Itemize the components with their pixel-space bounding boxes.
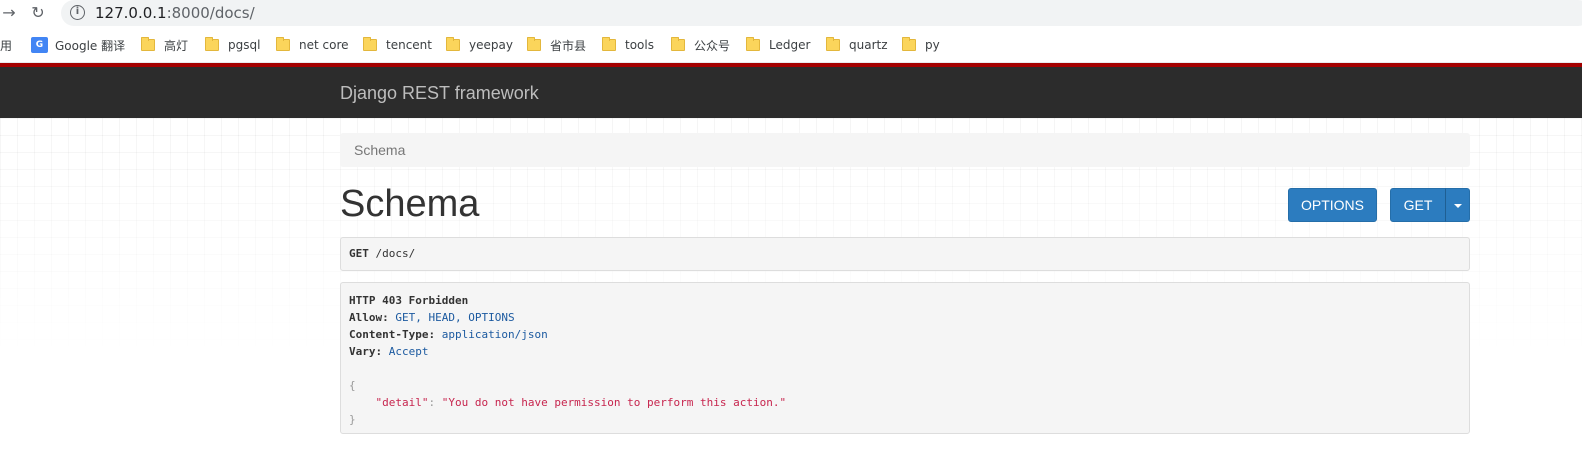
header-name: Content-Type <box>349 328 429 341</box>
top-navbar: Django REST framework <box>0 67 1582 118</box>
bookmark-label: tencent <box>386 38 432 52</box>
breadcrumb-item-schema[interactable]: Schema <box>354 142 405 158</box>
get-button[interactable]: GET <box>1390 188 1446 222</box>
format-dropdown-toggle[interactable] <box>1445 188 1470 222</box>
header-value: Accept <box>388 345 429 358</box>
response-info: HTTP 403 Forbidden Allow: GET, HEAD, OPT… <box>340 282 1470 434</box>
bookmark-label: py <box>925 38 940 52</box>
request-method: GET <box>349 247 369 260</box>
request-info: GET /docs/ <box>340 237 1470 271</box>
folder-icon <box>363 37 377 51</box>
header-name: Vary <box>349 345 376 358</box>
folder-icon <box>141 37 155 51</box>
bookmark-folder-tencent[interactable]: tencent <box>363 37 432 53</box>
json-value: "You do not have permission to perform t… <box>441 396 787 409</box>
bookmark-label: yeepay <box>469 38 513 52</box>
response-header: Vary: Accept <box>349 345 429 358</box>
bookmark-folder-quartz[interactable]: quartz <box>826 37 888 53</box>
brand-link[interactable]: Django REST framework <box>340 83 539 104</box>
header-name: Allow <box>349 311 383 324</box>
header-value: GET, HEAD, OPTIONS <box>395 311 515 324</box>
bookmark-label: 省市县 <box>550 38 587 53</box>
bookmark-label: quartz <box>849 38 888 52</box>
omnibox[interactable] <box>61 0 1582 26</box>
bookmark-folder-netcore[interactable]: net core <box>276 37 349 53</box>
folder-icon <box>276 37 290 51</box>
bookmark-label: Ledger <box>769 38 811 52</box>
url-path: :8000/docs/ <box>166 4 255 22</box>
folder-icon <box>527 37 541 51</box>
google-translate-icon: G <box>31 37 48 53</box>
folder-icon <box>902 37 916 51</box>
bookmark-label: 高灯 <box>164 38 189 53</box>
url-host: 127.0.0.1 <box>95 4 167 22</box>
header-value: application/json <box>441 328 548 341</box>
bookmarks-bar: 应用 GGoogle 翻译 高灯 pgsql net core tencent … <box>0 27 1582 63</box>
bookmark-label: pgsql <box>228 38 261 52</box>
folder-icon <box>602 37 616 51</box>
info-icon[interactable]: i <box>70 5 85 20</box>
json-close-brace: } <box>349 413 356 426</box>
response-header: Allow: GET, HEAD, OPTIONS <box>349 311 515 324</box>
bookmark-folder-gongzhonghao[interactable]: 公众号 <box>671 37 730 53</box>
folder-icon <box>671 37 685 51</box>
bookmark-label: tools <box>625 38 654 52</box>
bookmark-folder-gaodeng[interactable]: 高灯 <box>141 37 188 53</box>
folder-icon <box>205 37 219 51</box>
page-title: Schema <box>340 183 480 225</box>
breadcrumb: Schema <box>340 133 1470 167</box>
json-key: "detail" <box>375 396 429 409</box>
bookmark-folder-ledger[interactable]: Ledger <box>746 37 810 53</box>
response-header: Content-Type: application/json <box>349 328 548 341</box>
request-path: /docs/ <box>375 247 416 260</box>
bookmark-folder-pgsql[interactable]: pgsql <box>205 37 260 53</box>
folder-icon <box>826 37 840 51</box>
options-button[interactable]: OPTIONS <box>1288 188 1377 222</box>
bookmark-folder-yeepay[interactable]: yeepay <box>446 37 513 53</box>
json-open-brace: { <box>349 379 356 392</box>
bookmark-apps[interactable]: 应用 <box>0 37 12 53</box>
reload-icon[interactable]: ↻ <box>29 3 47 23</box>
bookmark-google-translate[interactable]: G Google 翻译 <box>31 37 125 53</box>
bookmark-label: 公众号 <box>694 38 731 53</box>
forward-arrow-icon[interactable]: → <box>0 3 18 23</box>
url-text[interactable]: 127.0.0.1:8000/docs/ <box>95 4 255 22</box>
bookmark-label: 应用 <box>0 38 13 53</box>
browser-address-bar: → ↻ i 127.0.0.1:8000/docs/ <box>0 0 1582 27</box>
bookmark-folder-tools[interactable]: tools <box>602 37 654 53</box>
folder-icon <box>746 37 760 51</box>
bookmark-folder-py[interactable]: py <box>902 37 940 53</box>
response-status: HTTP 403 Forbidden <box>349 294 469 307</box>
bookmark-label: Google 翻译 <box>55 38 126 53</box>
json-detail-line: "detail": "You do not have permission to… <box>375 396 787 409</box>
bookmark-label: net core <box>299 38 349 52</box>
caret-down-icon <box>1453 204 1462 209</box>
bookmark-folder-shengshixian[interactable]: 省市县 <box>527 37 586 53</box>
folder-icon <box>446 37 460 51</box>
